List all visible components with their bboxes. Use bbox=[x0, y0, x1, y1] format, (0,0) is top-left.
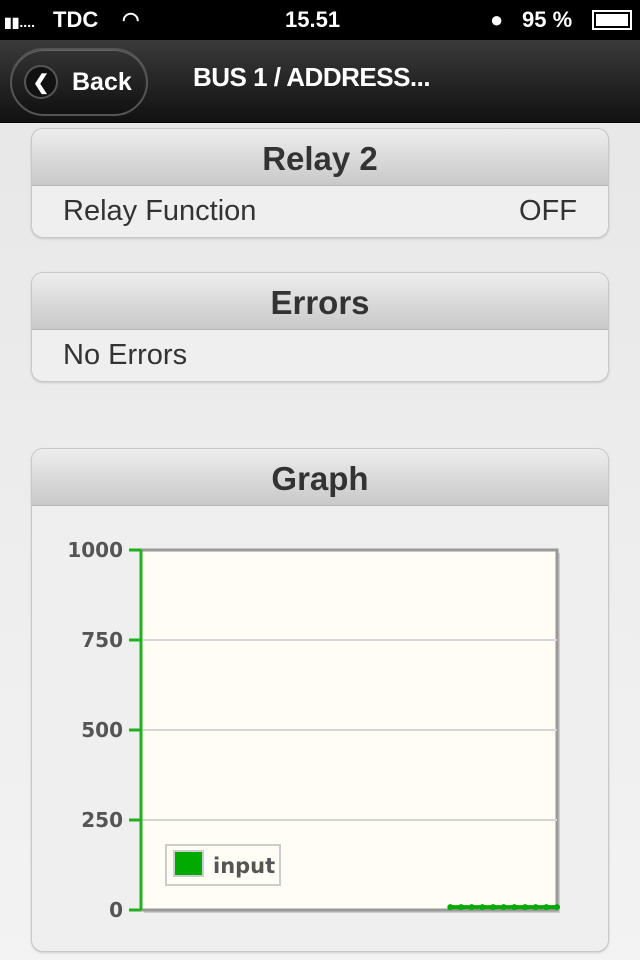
battery-level: 95 % bbox=[522, 7, 573, 32]
data-point bbox=[522, 904, 528, 911]
graph-title: Graph bbox=[32, 449, 608, 506]
y-tick-label: 0 bbox=[109, 898, 123, 922]
clock-icon: ● bbox=[490, 7, 504, 32]
y-tick-label: 1000 bbox=[67, 538, 123, 562]
signal-icon: ▮▮.... bbox=[4, 14, 35, 30]
battery-icon bbox=[592, 10, 632, 30]
data-point bbox=[543, 904, 550, 911]
page-title: BUS 1 / ADDRESS... bbox=[193, 62, 431, 92]
wifi-icon: ◠ bbox=[122, 9, 140, 31]
relay-title: Relay 2 bbox=[32, 129, 608, 186]
data-point bbox=[554, 904, 560, 911]
errors-row: No Errors bbox=[32, 330, 608, 380]
errors-card: Errors No Errors bbox=[31, 272, 609, 382]
data-point bbox=[479, 904, 486, 911]
legend-label: input bbox=[213, 854, 275, 878]
time: 15.51 bbox=[285, 7, 341, 32]
data-point bbox=[447, 904, 454, 911]
graph-card: Graph 0 250 500 750 1000 input bbox=[31, 448, 609, 952]
y-tick-label: 750 bbox=[81, 628, 123, 652]
back-button[interactable]: ❮ Back bbox=[10, 48, 148, 116]
chevron-left-icon: ❮ bbox=[24, 65, 58, 99]
back-label: Back bbox=[72, 67, 132, 96]
y-tick-label: 500 bbox=[81, 718, 123, 742]
data-point bbox=[532, 904, 539, 911]
errors-text: No Errors bbox=[63, 338, 188, 371]
relay-function-row: Relay Function OFF bbox=[32, 186, 608, 236]
relay-function-label: Relay Function bbox=[63, 194, 257, 227]
graph-chart: 0 250 500 750 1000 input bbox=[67, 538, 560, 922]
data-point bbox=[511, 904, 518, 911]
relay-function-value: OFF bbox=[519, 194, 577, 227]
carrier: TDC bbox=[53, 7, 99, 32]
data-point bbox=[500, 904, 507, 911]
status-bar: ▮▮.... TDC ◠ 15.51 ● 95 % bbox=[0, 0, 640, 40]
data-point bbox=[468, 904, 475, 911]
relay-card: Relay 2 Relay Function OFF bbox=[31, 128, 609, 238]
y-tick-label: 250 bbox=[81, 808, 123, 832]
legend-swatch bbox=[173, 850, 204, 877]
errors-title: Errors bbox=[32, 273, 608, 330]
nav-bar: ❮ Back BUS 1 / ADDRESS... bbox=[0, 40, 640, 123]
data-point bbox=[458, 904, 464, 911]
data-point bbox=[490, 904, 496, 911]
